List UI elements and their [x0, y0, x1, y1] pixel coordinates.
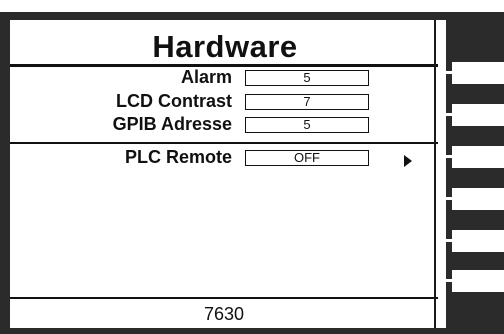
- softkey-2-connector: [446, 113, 454, 116]
- bezel-left: [0, 12, 10, 334]
- softkey-1[interactable]: [452, 62, 504, 84]
- alarm-field[interactable]: 5: [245, 70, 369, 86]
- softkey-4[interactable]: [452, 188, 504, 210]
- softkey-5-connector: [446, 239, 454, 242]
- softkey-3[interactable]: [452, 146, 504, 168]
- gpib-address-field[interactable]: 5: [245, 117, 369, 133]
- bezel-bottom: [0, 328, 504, 334]
- plc-remote-label: PLC Remote: [124, 147, 232, 167]
- triangle-right-icon: [404, 155, 412, 167]
- plc-remote-field[interactable]: OFF: [245, 150, 369, 166]
- softkey-6-connector: [446, 279, 454, 282]
- lcd-contrast-field[interactable]: 7: [245, 94, 369, 110]
- softkey-5[interactable]: [452, 230, 504, 252]
- screen-edge: [434, 20, 436, 328]
- bezel-top: [0, 12, 504, 20]
- instrument-frame: Hardware Alarm 5 LCD Contrast 7 GPIB Adr…: [0, 0, 504, 334]
- model-number: 7630: [203, 304, 245, 324]
- alarm-label: Alarm: [180, 67, 232, 87]
- softkey-6[interactable]: [452, 270, 504, 292]
- softkey-1-connector: [446, 71, 454, 74]
- lcd-contrast-label: LCD Contrast: [116, 91, 232, 111]
- softkey-3-connector: [446, 155, 454, 158]
- section-divider: [10, 142, 438, 144]
- footer-divider: [10, 297, 438, 299]
- gpib-address-label: GPIB Adresse: [112, 114, 232, 134]
- lcd-screen: Hardware Alarm 5 LCD Contrast 7 GPIB Adr…: [10, 20, 446, 328]
- page-title: Hardware: [152, 29, 298, 64]
- softkey-4-connector: [446, 197, 454, 200]
- softkey-2[interactable]: [452, 104, 504, 126]
